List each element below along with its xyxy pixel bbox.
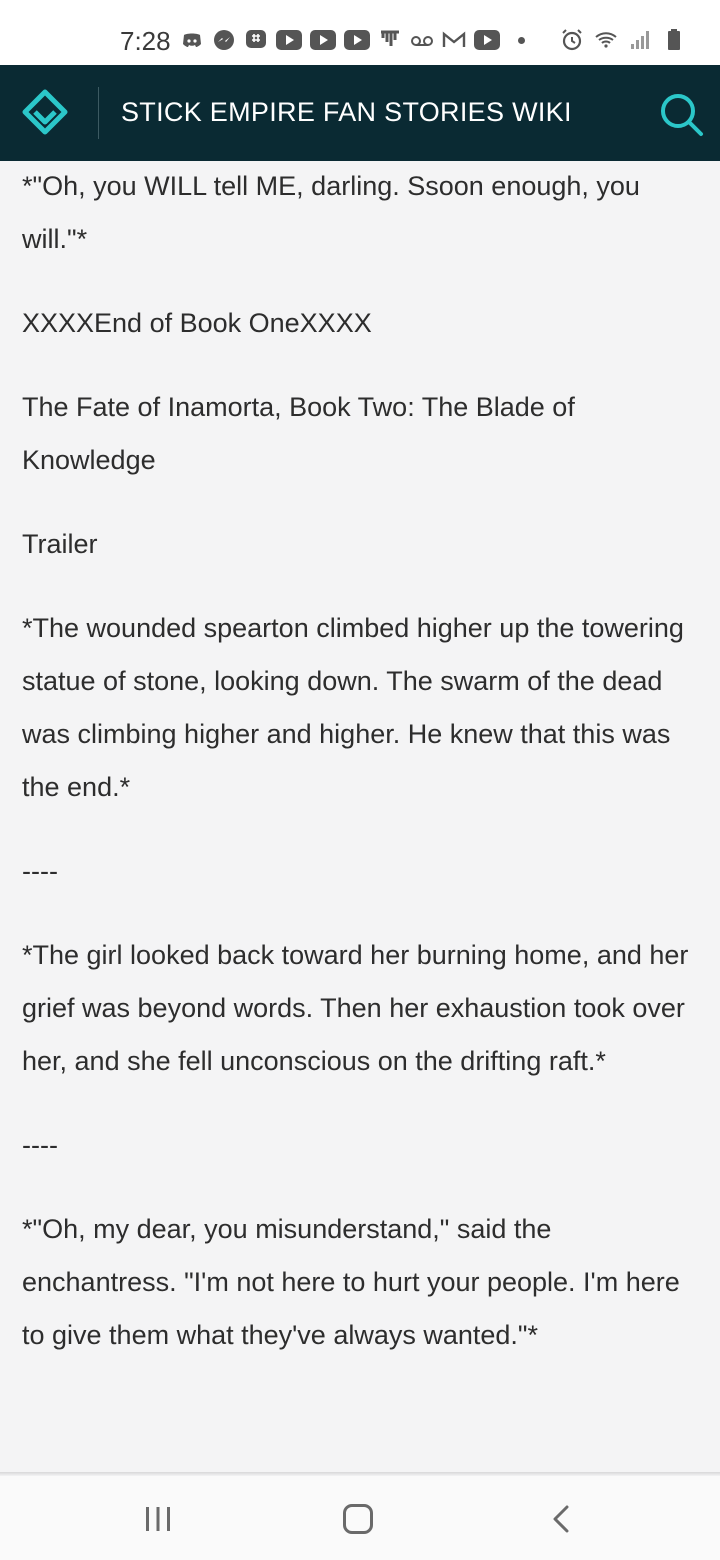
app-header: STICK EMPIRE FAN STORIES WIKI bbox=[0, 65, 720, 161]
status-time: 7:28 bbox=[120, 26, 171, 56]
gmail-icon bbox=[442, 31, 466, 47]
system-icons bbox=[560, 28, 686, 52]
messenger-icon bbox=[214, 30, 234, 50]
header-divider bbox=[98, 87, 99, 139]
system-nav-bar bbox=[0, 1476, 720, 1560]
paragraph: XXXXEnd of Book OneXXXX bbox=[22, 308, 372, 338]
paragraph: *The wounded spearton climbed higher up … bbox=[22, 613, 684, 802]
paragraph: *"Oh, my dear, you misunderstand," said … bbox=[22, 1214, 680, 1350]
site-title[interactable]: STICK EMPIRE FAN STORIES WIKI bbox=[121, 97, 572, 128]
article-content: *"Oh, you WILL tell ME, darling. Ssoon e… bbox=[22, 160, 692, 1393]
patreon-icon bbox=[381, 30, 399, 46]
home-icon[interactable] bbox=[343, 1504, 373, 1534]
fandom-logo-icon[interactable] bbox=[20, 87, 70, 137]
paragraph: *The girl looked back toward her burning… bbox=[22, 940, 689, 1076]
youtube-icon bbox=[310, 30, 336, 50]
discord-icon bbox=[183, 33, 201, 47]
youtube-icon bbox=[276, 30, 302, 50]
voicemail-icon bbox=[411, 36, 433, 46]
status-bar: 7:28 bbox=[0, 0, 720, 65]
paragraph: *"Oh, you WILL tell ME, darling. Ssoon e… bbox=[22, 171, 640, 254]
alarm-icon bbox=[562, 29, 582, 51]
notification-icons bbox=[180, 28, 525, 52]
more-dot-icon bbox=[518, 36, 525, 44]
search-icon[interactable] bbox=[658, 91, 704, 137]
battery-icon bbox=[668, 29, 680, 50]
youtube-icon bbox=[344, 30, 370, 50]
wifi-icon bbox=[595, 32, 617, 48]
separator-text: ---- bbox=[22, 856, 58, 886]
paragraph: The Fate of Inamorta, Book Two: The Blad… bbox=[22, 392, 575, 475]
back-icon[interactable] bbox=[549, 1504, 573, 1534]
paragraph: Trailer bbox=[22, 529, 98, 559]
youtube-icon bbox=[474, 30, 500, 50]
recents-icon[interactable] bbox=[145, 1506, 171, 1532]
signal-icon bbox=[631, 31, 649, 49]
separator-text: ---- bbox=[22, 1130, 58, 1160]
groupme-icon bbox=[246, 30, 266, 48]
